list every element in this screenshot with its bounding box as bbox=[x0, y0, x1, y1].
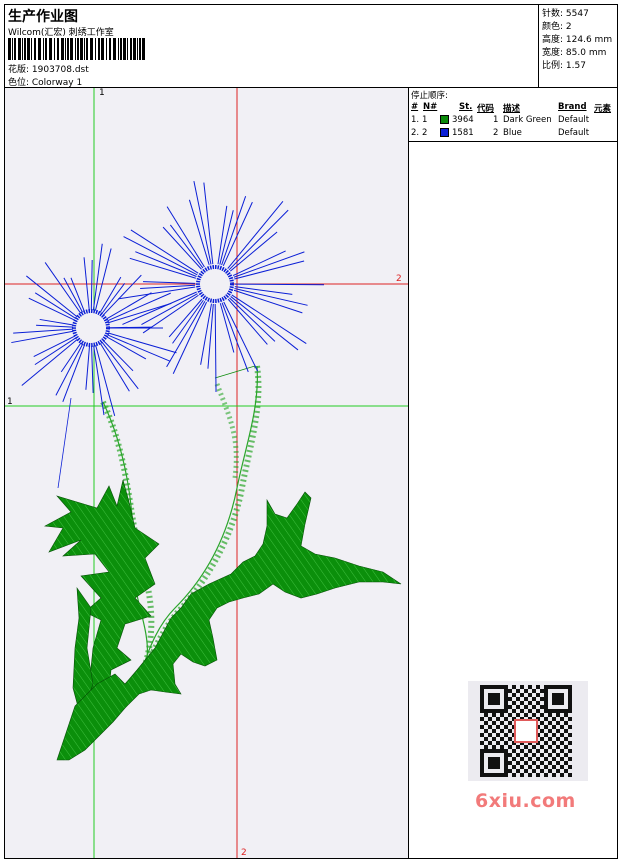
col-description: 描述 bbox=[503, 104, 521, 114]
qr-code-watermark bbox=[468, 681, 588, 781]
stat-height: 高度: 124.6 mm bbox=[542, 35, 613, 45]
guide-label-h2: 2 bbox=[396, 274, 402, 284]
watermark-brand: 6xiu.com bbox=[475, 790, 576, 812]
design-preview bbox=[5, 88, 408, 858]
row-stitches: 1581 bbox=[452, 128, 474, 138]
qr-code-icon bbox=[480, 685, 572, 777]
stat-scale: 比例: 1.57 bbox=[542, 61, 586, 71]
dandelion-large-center bbox=[196, 265, 234, 303]
jump-stitch bbox=[214, 365, 256, 379]
color-swatch-green bbox=[440, 115, 449, 124]
company-name: Wilcom(汇宏) 刺绣工作室 bbox=[8, 28, 114, 38]
row-brand: Default bbox=[558, 128, 590, 138]
guide-label-v1: 1 bbox=[99, 88, 105, 98]
row-description: Dark Green bbox=[503, 115, 552, 125]
row-brand: Default bbox=[558, 115, 590, 125]
colorway-line: 色位: Colorway 1 bbox=[8, 78, 83, 88]
row-code: 1 bbox=[493, 115, 499, 125]
barcode-image bbox=[8, 38, 145, 60]
col-brand: Brand bbox=[558, 102, 587, 112]
row-n: 1 bbox=[422, 115, 428, 125]
stat-colors: 颜色: 2 bbox=[542, 22, 572, 32]
design-file-line: 花版: 1903708.dst bbox=[8, 65, 89, 75]
stop-sequence-panel: 停止顺序: # N# St. 代码 描述 Brand 元素 1. 1 3964 … bbox=[409, 88, 618, 142]
row-description: Blue bbox=[503, 128, 522, 138]
col-stitches: St. bbox=[459, 102, 473, 112]
row-code: 2 bbox=[493, 128, 499, 138]
design-canvas[interactable]: 1 1 2 2 bbox=[5, 88, 409, 858]
dandelion-small-center bbox=[72, 309, 110, 347]
page-title: 生产作业图 bbox=[8, 9, 78, 25]
col-n: N# bbox=[423, 102, 438, 112]
col-element: 元素 bbox=[594, 104, 612, 114]
stop-sequence-title: 停止顺序: bbox=[411, 91, 448, 101]
col-code: 代码 bbox=[477, 104, 495, 114]
col-hash: # bbox=[411, 102, 419, 112]
jump-stitch bbox=[57, 397, 72, 489]
color-swatch-blue bbox=[440, 128, 449, 137]
row-stitches: 3964 bbox=[452, 115, 474, 125]
stat-width: 宽度: 85.0 mm bbox=[542, 48, 607, 58]
row-n: 2 bbox=[422, 128, 428, 138]
guide-label-v2: 2 bbox=[241, 848, 247, 858]
row-num: 1. bbox=[411, 115, 420, 125]
row-num: 2. bbox=[411, 128, 420, 138]
stat-stitches: 针数: 5547 bbox=[542, 9, 589, 19]
stats-panel: 针数: 5547 颜色: 2 高度: 124.6 mm 宽度: 85.0 mm … bbox=[539, 4, 618, 88]
guide-label-h1: 1 bbox=[7, 397, 13, 407]
header-panel: 生产作业图 Wilcom(汇宏) 刺绣工作室 花版: 1903708.dst 色… bbox=[4, 4, 539, 88]
